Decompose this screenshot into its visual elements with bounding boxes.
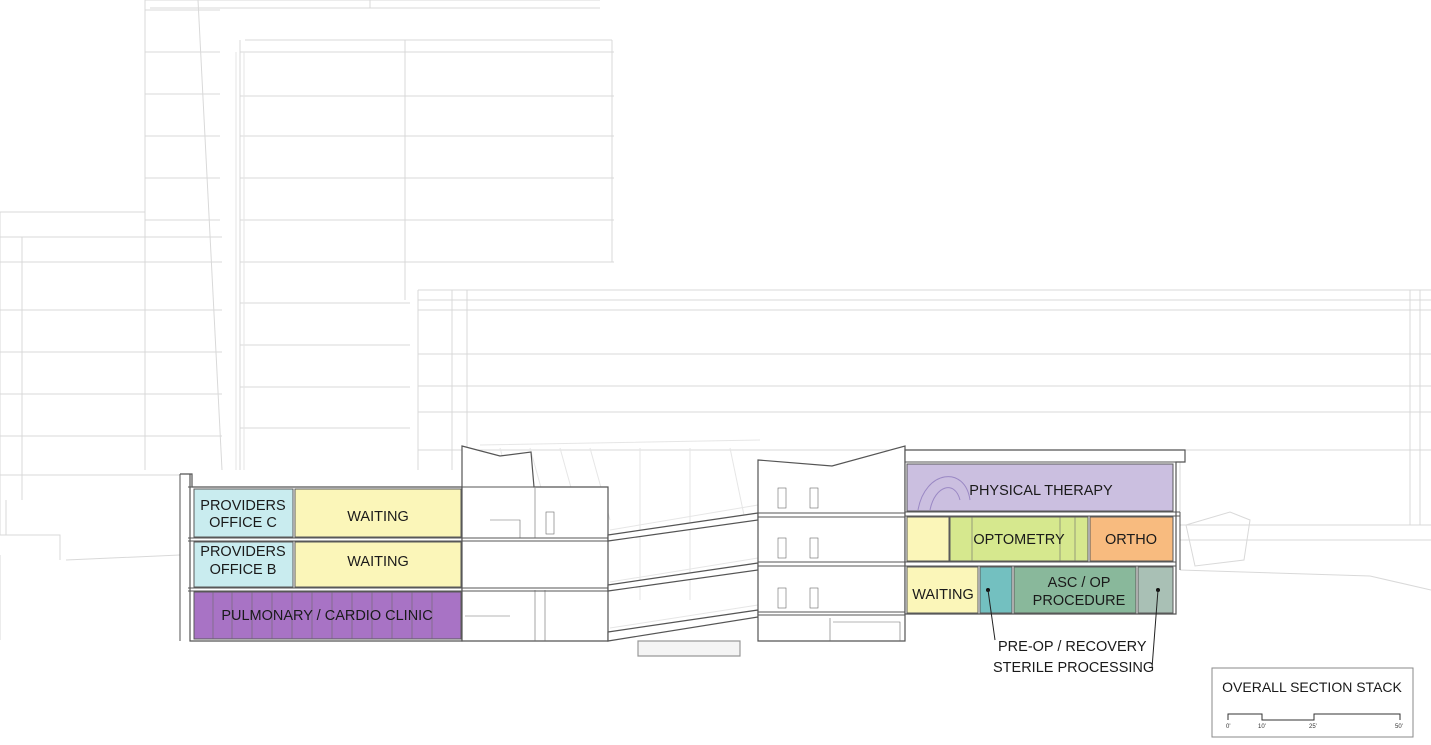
waiting-top-label: WAITING — [347, 509, 408, 525]
section-drawing: PROVIDERS OFFICE C WAITING PROVIDERS OFF… — [0, 0, 1431, 738]
scale-tick-50: 50' — [1395, 724, 1403, 730]
waiting-right-label: WAITING — [912, 587, 973, 603]
pulmonary-label: PULMONARY / CARDIO CLINIC — [221, 608, 432, 624]
scale-tick-25: 25' — [1309, 724, 1317, 730]
providers-c-line1: PROVIDERS — [200, 498, 285, 514]
room-sterile-processing — [1137, 566, 1174, 614]
room-waiting-right-mid — [906, 516, 950, 562]
room-pre-op-recovery — [979, 566, 1013, 614]
asc-line1: ASC / OP — [1048, 575, 1111, 591]
asc-line2: PROCEDURE — [1033, 593, 1126, 609]
section-mid-block — [757, 445, 906, 642]
waiting-mid-label: WAITING — [347, 554, 408, 570]
preop-callout-label: PRE-OP / RECOVERY — [998, 639, 1147, 655]
title-block: OVERALL SECTION STACK 0' 10' 25' 50' — [1211, 667, 1414, 738]
scale-tick-10: 10' — [1258, 724, 1266, 730]
drawing-title: OVERALL SECTION STACK — [1222, 679, 1402, 695]
providers-b-line1: PROVIDERS — [200, 544, 285, 560]
physical-therapy-label: PHYSICAL THERAPY — [969, 483, 1113, 499]
sterile-callout-label: STERILE PROCESSING — [993, 660, 1154, 676]
section-ramp — [607, 504, 759, 657]
optometry-label: OPTOMETRY — [973, 532, 1065, 548]
scale-tick-0: 0' — [1226, 724, 1230, 730]
section-core — [461, 445, 609, 642]
providers-b-line2: OFFICE B — [210, 562, 277, 578]
ortho-label: ORTHO — [1105, 532, 1157, 548]
providers-c-line2: OFFICE C — [209, 515, 277, 531]
